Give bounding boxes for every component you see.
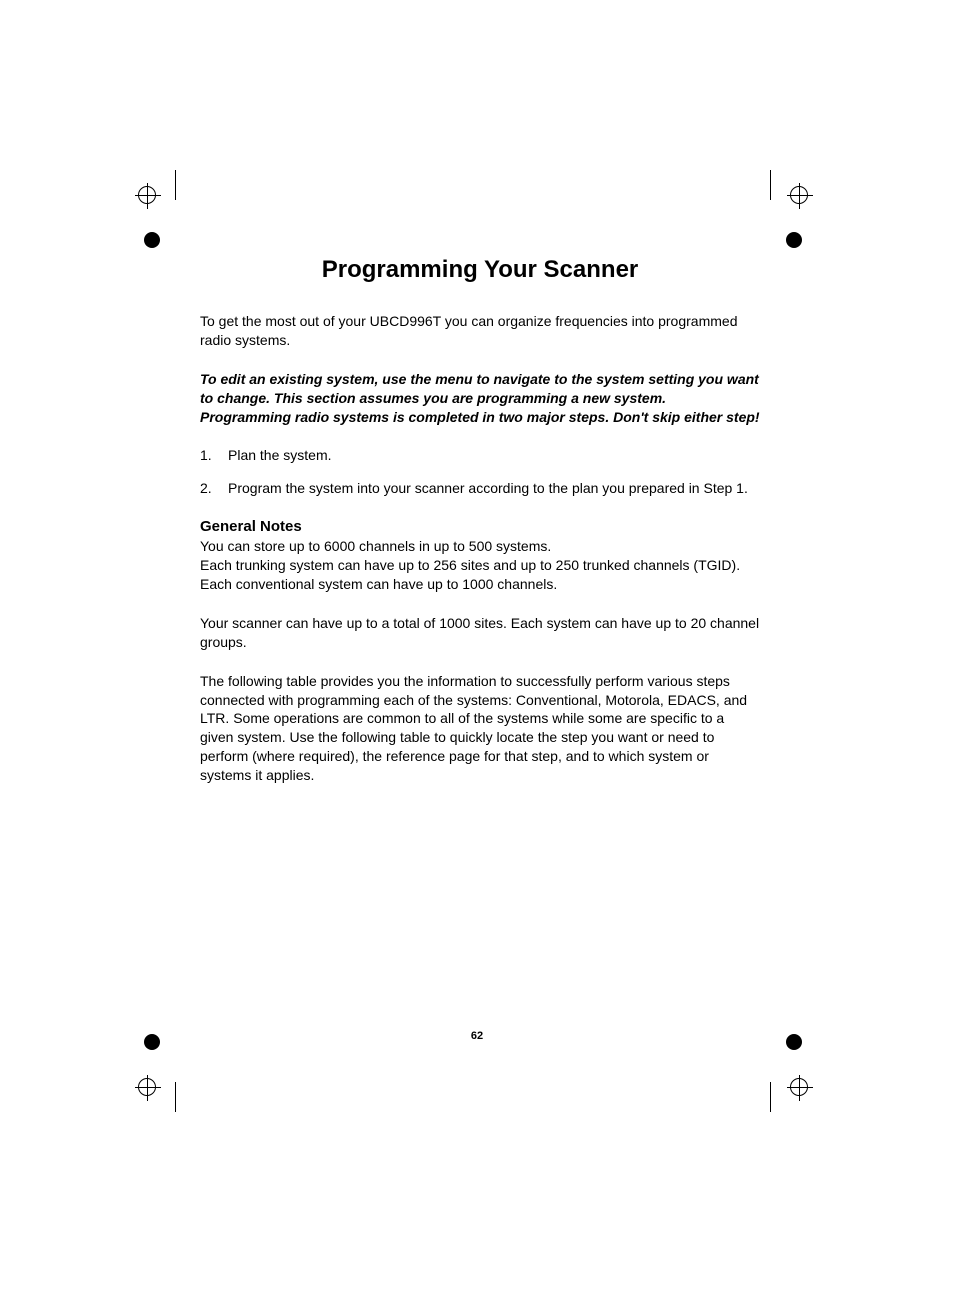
ordered-steps: 1. Plan the system. 2. Program the syste… xyxy=(200,446,760,498)
intro-paragraph: To get the most out of your UBCD996T you… xyxy=(200,312,760,350)
emphasis-paragraph: To edit an existing system, use the menu… xyxy=(200,370,760,427)
page-body: Programming Your Scanner To get the most… xyxy=(200,256,760,805)
crop-dot-icon xyxy=(786,1034,802,1050)
crop-dot-icon xyxy=(144,1034,160,1050)
registration-mark-icon xyxy=(138,1078,156,1096)
registration-mark-icon xyxy=(790,186,808,204)
crop-dot-icon xyxy=(144,232,160,248)
section-heading-general-notes: General Notes xyxy=(200,518,760,535)
crop-dot-icon xyxy=(786,232,802,248)
list-number: 1. xyxy=(200,446,228,465)
notes-paragraph-3: The following table provides you the inf… xyxy=(200,672,760,785)
list-item: 1. Plan the system. xyxy=(200,446,760,465)
notes-paragraph-1: You can store up to 6000 channels in up … xyxy=(200,537,760,594)
list-text: Plan the system. xyxy=(228,446,760,465)
list-number: 2. xyxy=(200,479,228,498)
page-title: Programming Your Scanner xyxy=(200,256,760,284)
notes-paragraph-2: Your scanner can have up to a total of 1… xyxy=(200,614,760,652)
list-text: Program the system into your scanner acc… xyxy=(228,479,760,498)
registration-mark-icon xyxy=(138,186,156,204)
list-item: 2. Program the system into your scanner … xyxy=(200,479,760,498)
registration-mark-icon xyxy=(790,1078,808,1096)
